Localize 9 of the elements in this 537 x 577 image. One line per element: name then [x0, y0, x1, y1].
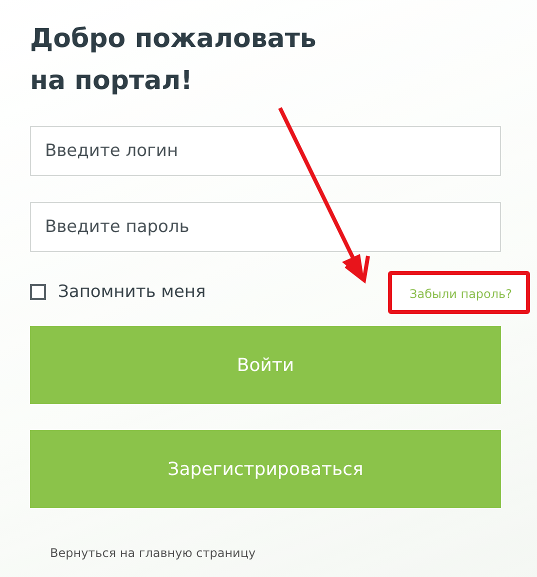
remember-label: Запомнить меня — [58, 282, 206, 302]
password-field[interactable]: Введите пароль — [30, 202, 501, 252]
login-field[interactable]: Введите логин — [30, 126, 501, 176]
register-button[interactable]: Зарегистрироваться — [30, 430, 501, 508]
welcome-heading: Добро пожаловать на портал! — [30, 23, 318, 98]
back-home-link[interactable]: Вернуться на главную страницу — [50, 546, 256, 560]
remember-checkbox[interactable] — [30, 284, 46, 300]
login-button[interactable]: Войти — [30, 326, 501, 404]
forgot-password-link[interactable]: Забыли пароль? — [410, 286, 512, 300]
